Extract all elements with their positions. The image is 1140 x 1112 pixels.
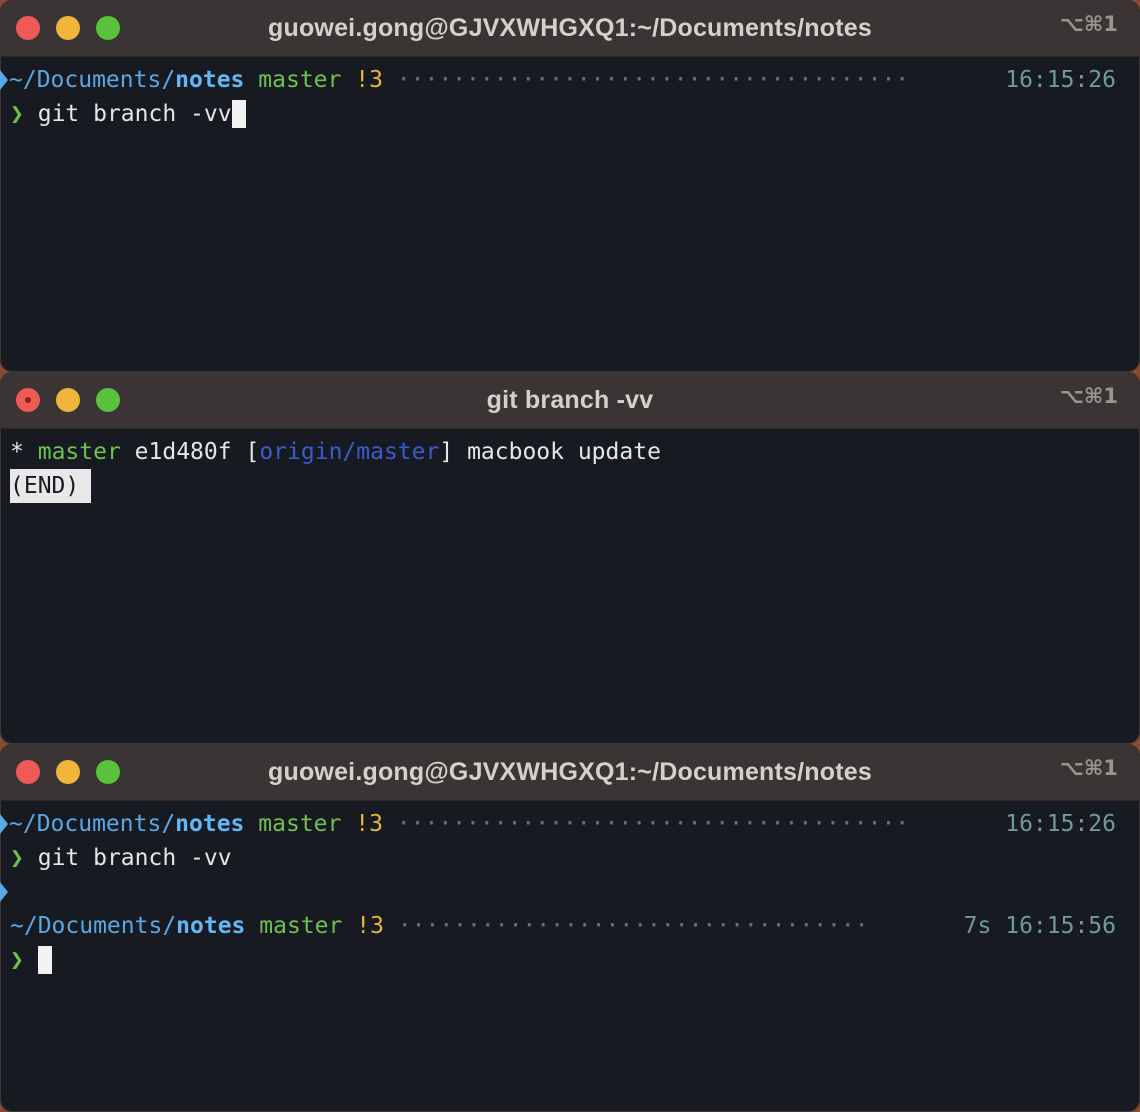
terminal-content[interactable]: ~/Documents/notes master !3 ············…: [0, 57, 1140, 372]
prompt-chevron-icon: ❯: [10, 845, 24, 871]
commit-message: macbook update: [467, 439, 661, 465]
branch-output-line: * master e1d480f [origin/master] macbook…: [10, 435, 661, 469]
prompt-path: ~/Documents/: [9, 811, 176, 837]
terminal-window-stack: guowei.gong@GJVXWHGXQ1:~/Documents/notes…: [0, 0, 1140, 1112]
prompt-git-status: !3: [355, 67, 383, 93]
command-text: git branch -vv: [37, 845, 232, 871]
text-cursor: [37, 946, 52, 974]
upstream-branch: origin/master: [259, 439, 440, 465]
prompt-path: ~/Documents/: [10, 913, 177, 939]
window-title: guowei.gong@GJVXWHGXQ1:~/Documents/notes: [268, 13, 872, 42]
close-button[interactable]: [16, 760, 40, 784]
prompt-branch: master: [259, 913, 343, 939]
command-duration: 7s: [963, 913, 992, 939]
prompt-marker-icon: [0, 70, 8, 90]
prompt-time: 16:15:26: [1005, 811, 1116, 837]
active-prompt-line[interactable]: ❯: [10, 943, 52, 977]
prompt-time: 16:15:56: [1005, 913, 1116, 939]
title-bar[interactable]: guowei.gong@GJVXWHGXQ1:~/Documents/notes…: [0, 0, 1140, 57]
traffic-lights: [16, 760, 120, 784]
prompt-filler-dots: ··································: [397, 913, 869, 939]
minimize-button[interactable]: [56, 16, 80, 40]
window-shortcut: ⌥⌘1: [1059, 384, 1118, 408]
prompt-right: 7s 16:15:56: [964, 909, 1116, 943]
prompt-chevron-icon: ❯: [10, 947, 24, 973]
prompt-dir: notes: [175, 811, 245, 837]
current-branch-star: *: [10, 439, 24, 465]
zoom-button[interactable]: [96, 16, 120, 40]
zoom-button[interactable]: [96, 388, 120, 412]
prompt-marker-icon: [0, 882, 8, 902]
pager-end-marker: (END): [10, 469, 92, 503]
title-bar[interactable]: git branch -vv ⌥⌘1: [0, 372, 1140, 429]
prompt-git-status: !3: [355, 811, 383, 837]
window-title: git branch -vv: [486, 385, 654, 414]
title-bar[interactable]: guowei.gong@GJVXWHGXQ1:~/Documents/notes…: [0, 744, 1140, 801]
prompt-time: 16:15:26: [1005, 67, 1116, 93]
prompt-marker-icon: [0, 814, 8, 834]
close-button[interactable]: [16, 388, 40, 412]
terminal-window-top[interactable]: guowei.gong@GJVXWHGXQ1:~/Documents/notes…: [0, 0, 1140, 372]
prompt-dir: notes: [175, 67, 245, 93]
close-button[interactable]: [16, 16, 40, 40]
minimize-button[interactable]: [56, 760, 80, 784]
prompt-git-status: !3: [356, 913, 384, 939]
close-bracket: ]: [439, 439, 454, 465]
window-shortcut: ⌥⌘1: [1059, 756, 1118, 780]
command-line: ❯ git branch -vv: [10, 97, 246, 131]
prompt-marker-line: [0, 875, 9, 909]
pager-end-line: (END): [10, 469, 92, 503]
unsaved-dot-icon: [25, 397, 31, 403]
prompt-line: ~/Documents/notes master !3 ············…: [0, 63, 909, 97]
prompt-line: ~/Documents/notes master !3 ············…: [10, 909, 869, 943]
open-bracket: [: [245, 439, 260, 465]
text-cursor: [231, 100, 246, 128]
prompt-right: 16:15:26: [1005, 63, 1116, 97]
prompt-chevron-icon: ❯: [10, 101, 24, 127]
prompt-dir: notes: [176, 913, 246, 939]
terminal-content[interactable]: * master e1d480f [origin/master] macbook…: [0, 429, 1140, 744]
prompt-branch: master: [258, 67, 342, 93]
zoom-button[interactable]: [96, 760, 120, 784]
window-title: guowei.gong@GJVXWHGXQ1:~/Documents/notes: [268, 757, 872, 786]
terminal-window-middle[interactable]: git branch -vv ⌥⌘1 * master e1d480f [ori…: [0, 372, 1140, 744]
command-text: git branch -vv: [37, 101, 232, 127]
prompt-line: ~/Documents/notes master !3 ············…: [0, 807, 909, 841]
prompt-branch: master: [258, 811, 342, 837]
prompt-filler-dots: ·····································: [396, 67, 910, 93]
window-shortcut: ⌥⌘1: [1059, 12, 1118, 36]
prompt-right: 16:15:26: [1005, 807, 1116, 841]
commit-hash: e1d480f: [134, 439, 232, 465]
terminal-content[interactable]: ~/Documents/notes master !3 ············…: [0, 801, 1140, 1112]
traffic-lights: [16, 388, 120, 412]
traffic-lights: [16, 16, 120, 40]
minimize-button[interactable]: [56, 388, 80, 412]
prompt-filler-dots: ·····································: [396, 811, 910, 837]
command-line: ❯ git branch -vv: [10, 841, 232, 875]
terminal-window-bottom[interactable]: guowei.gong@GJVXWHGXQ1:~/Documents/notes…: [0, 744, 1140, 1112]
prompt-path: ~/Documents/: [9, 67, 176, 93]
branch-name: master: [37, 439, 121, 465]
